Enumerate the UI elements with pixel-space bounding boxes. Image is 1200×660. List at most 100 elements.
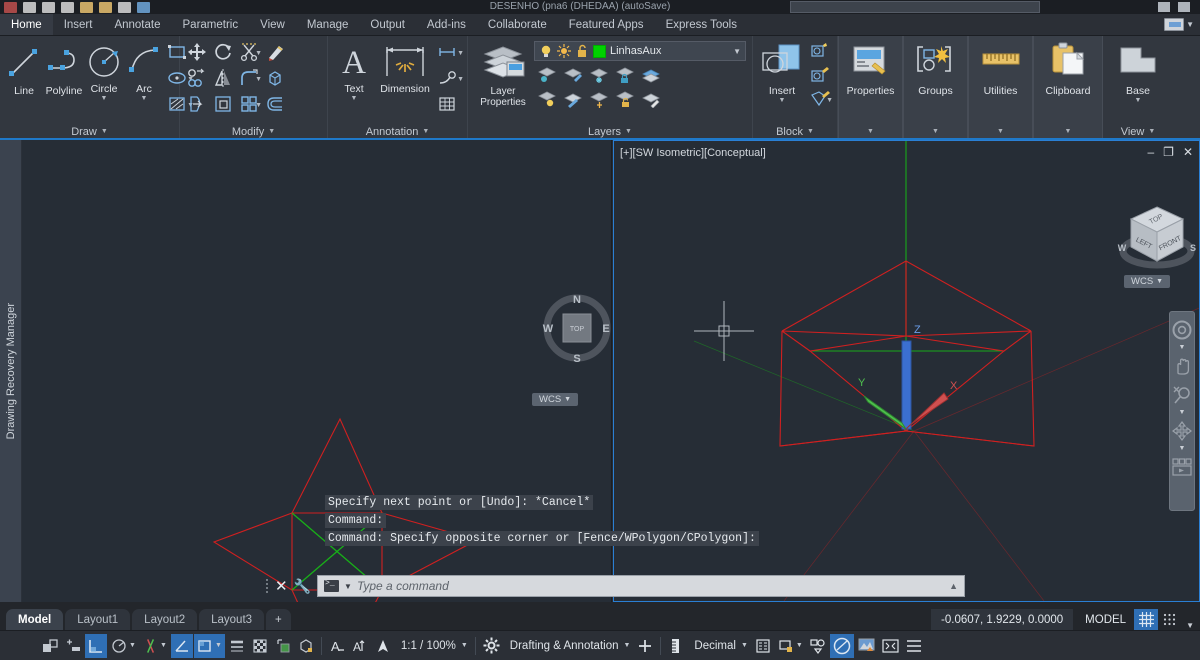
new-icon[interactable] [23, 1, 36, 13]
command-line-drag-handle[interactable] [265, 578, 269, 594]
base-view-button[interactable]: Base ▼ [1107, 39, 1169, 104]
layer-merge-button[interactable] [638, 62, 664, 88]
chevron-down-icon[interactable]: ▼ [625, 128, 632, 135]
chevron-down-icon[interactable]: ▼ [215, 642, 222, 649]
layer-thaw-button[interactable] [586, 86, 612, 112]
modify-explode-button[interactable]: ▼ [236, 91, 262, 117]
layout-tab-model[interactable]: Model [6, 609, 64, 630]
panel-annotation-title[interactable]: Annotation ▼ [332, 123, 463, 138]
close-icon[interactable]: ✕ [1183, 145, 1193, 159]
minimize-window-icon[interactable] [1158, 2, 1170, 12]
annotation-dimstyle-button[interactable]: ▼ [430, 39, 464, 65]
layer-isolate-button[interactable] [534, 62, 560, 88]
chevron-down-icon[interactable]: ▼ [1179, 409, 1186, 416]
pan-button[interactable] [1170, 352, 1194, 380]
wcs-dropdown-left[interactable]: WCS ▼ [532, 393, 579, 406]
modify-trim-button[interactable]: ▼ [236, 39, 262, 65]
tab-add-ins[interactable]: Add-ins [416, 14, 477, 35]
autoscale-toggle[interactable]: A [349, 634, 371, 658]
tab-output[interactable]: Output [359, 14, 416, 35]
tab-collaborate[interactable]: Collaborate [477, 14, 558, 35]
chevron-down-icon[interactable]: ▼ [1148, 128, 1155, 135]
layer-properties-button[interactable]: Layer Properties [472, 39, 534, 108]
annotation-table-button[interactable] [430, 91, 464, 117]
chevron-down-icon[interactable]: ▼ [160, 642, 167, 649]
workspace-name-button[interactable]: Drafting & Annotation ▼ [504, 634, 634, 658]
modify-array-3d-button[interactable] [262, 65, 288, 91]
wcs-dropdown-right[interactable]: WCS ▼ [1124, 275, 1171, 288]
add-status-item-button[interactable] [634, 634, 656, 658]
graphics-performance-button[interactable] [807, 634, 829, 658]
annotation-dimension-button[interactable]: Dimension [376, 39, 434, 95]
modify-fillet-button[interactable]: ▼ [236, 65, 262, 91]
layout-tab-layout3[interactable]: Layout3 [199, 609, 265, 630]
navigation-bar[interactable]: ▼ ▼ ▼ [1169, 311, 1195, 511]
layout-tab-layout2[interactable]: Layout2 [132, 609, 198, 630]
coordinate-display[interactable]: -0.0607, 1.9229, 0.0000 [931, 609, 1074, 630]
annotation-visibility-toggle[interactable]: A [326, 634, 348, 658]
minimize-ribbon-icon[interactable] [1164, 18, 1185, 31]
fullscreen-button[interactable] [879, 634, 902, 658]
3d-osnap-toggle[interactable] [295, 634, 317, 658]
chevron-down-icon[interactable]: ▼ [255, 102, 262, 109]
model-paper-space-button[interactable]: MODEL [1077, 609, 1134, 630]
quick-access-toolbar[interactable] [0, 0, 150, 14]
panel-properties-title[interactable]: ▼ [843, 123, 898, 138]
restore-icon[interactable]: ❐ [1163, 145, 1174, 159]
panel-block-title[interactable]: Block ▼ [757, 123, 833, 138]
layer-lock-button[interactable] [612, 62, 638, 88]
model-space-toggle[interactable] [39, 634, 61, 658]
chevron-down-icon[interactable]: ▼ [796, 642, 803, 649]
chevron-down-icon[interactable]: ▼ [1156, 278, 1163, 285]
hardware-acceleration-button[interactable] [855, 634, 878, 658]
object-snap-tracking-toggle[interactable] [170, 633, 193, 658]
layer-change-button[interactable] [638, 86, 664, 112]
panel-clipboard-title[interactable]: ▼ [1038, 123, 1098, 138]
panel-draw-title[interactable]: Draw ▼ [4, 123, 175, 138]
chevron-down-icon[interactable]: ▼ [932, 128, 939, 135]
panel-clipboard[interactable]: Clipboard ▼ [1033, 36, 1103, 138]
chevron-down-icon[interactable]: ▼ [1179, 445, 1186, 452]
layout-tab-layout1[interactable]: Layout1 [65, 609, 131, 630]
chevron-down-icon[interactable]: ▼ [779, 97, 786, 104]
annotation-leader-button[interactable]: ▼ [430, 65, 464, 91]
command-line-bar[interactable]: ✕ 🔧 ▼ Type a command ▲ [265, 572, 965, 600]
chevron-down-icon[interactable]: ▼ [1186, 20, 1194, 29]
units-icon-button[interactable] [665, 634, 687, 658]
tab-featured-apps[interactable]: Featured Apps [558, 14, 655, 35]
tab-manage[interactable]: Manage [296, 14, 360, 35]
undo-icon[interactable] [118, 1, 131, 13]
workspace-switch-button[interactable] [480, 634, 503, 658]
showmotion-button[interactable] [1170, 453, 1194, 481]
viewcube-top[interactable]: TOP N S E W [541, 292, 612, 364]
annotation-text-button[interactable]: A Text ▼ [332, 39, 376, 102]
chevron-down-icon[interactable]: ▼ [129, 642, 136, 649]
redo-icon[interactable] [137, 1, 150, 13]
chevron-down-icon[interactable]: ▼ [623, 642, 630, 649]
chevron-down-icon[interactable]: ▼ [564, 396, 571, 403]
steering-wheel-button[interactable] [1170, 316, 1194, 344]
chevron-down-icon[interactable]: ▼ [1065, 128, 1072, 135]
modify-erase-button[interactable] [262, 39, 288, 65]
layout-tab-bar[interactable]: Model Layout1 Layout2 Layout3 + -0.0607,… [0, 602, 1200, 630]
modify-move-button[interactable] [184, 39, 210, 65]
draw-circle-button[interactable]: Circle ▼ [84, 39, 124, 102]
draw-polyline-button[interactable]: Polyline [44, 39, 84, 97]
customization-menu-button[interactable] [903, 634, 925, 658]
modify-rotate-button[interactable] [210, 39, 236, 65]
app-menu-icon[interactable] [4, 1, 17, 13]
chevron-down-icon[interactable]: ▼ [457, 50, 464, 57]
chevron-up-icon[interactable]: ▲ [949, 581, 958, 591]
chevron-down-icon[interactable]: ▼ [867, 128, 874, 135]
tab-parametric[interactable]: Parametric [172, 14, 250, 35]
lightbulb-icon[interactable] [539, 44, 553, 58]
chevron-down-icon[interactable]: ▼ [807, 128, 814, 135]
command-input[interactable]: ▼ Type a command ▲ [317, 575, 965, 597]
panel-view-title[interactable]: View ▼ [1107, 123, 1169, 138]
clipboard-button[interactable]: Clipboard [1038, 39, 1098, 97]
save-icon[interactable] [61, 1, 74, 13]
grid-display-toggle[interactable] [1134, 609, 1159, 630]
isolate-objects-button[interactable]: ▼ [775, 634, 806, 658]
utilities-button[interactable]: Utilities [973, 39, 1028, 97]
block-insert-button[interactable]: Insert ▼ [757, 39, 807, 104]
